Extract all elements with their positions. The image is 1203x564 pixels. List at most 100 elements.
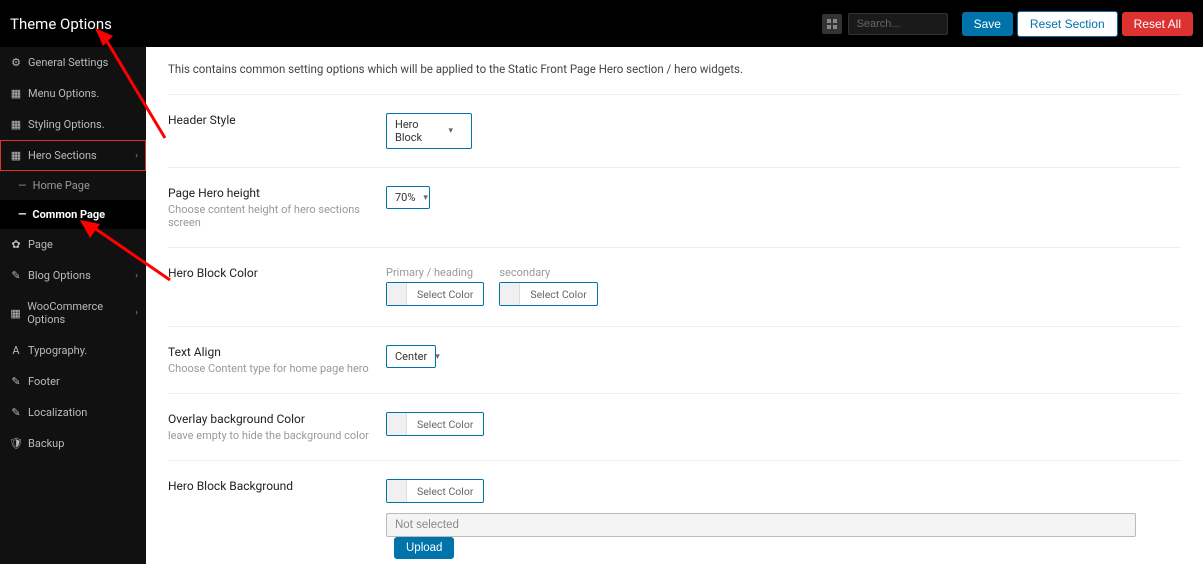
- select-value: 70%: [395, 191, 415, 204]
- field-desc: Choose content height of hero sections s…: [168, 203, 386, 229]
- blog-icon: ✎: [10, 269, 22, 282]
- sidebar-sub-common-page[interactable]: — Common Page: [0, 200, 146, 229]
- field-label-col: Page Hero height Choose content height o…: [168, 186, 386, 229]
- field-control-col: Hero Block ▾: [386, 113, 1181, 149]
- secondary-color-group: secondary Select Color: [499, 266, 597, 308]
- localization-icon: ✎: [10, 406, 22, 419]
- page-icon: ✿: [10, 238, 22, 251]
- topbar: Theme Options Save Reset Section Reset A…: [0, 0, 1203, 47]
- field-control-col: 70% ▾: [386, 186, 1181, 229]
- header-style-select[interactable]: Hero Block ▾: [386, 113, 472, 149]
- field-label: Page Hero height: [168, 186, 386, 200]
- sidebar-item-blog-options[interactable]: ✎ Blog Options ›: [0, 260, 146, 291]
- sidebar-item-menu-options[interactable]: ▦ Menu Options.: [0, 78, 146, 109]
- sidebar-item-label: Localization: [28, 406, 87, 419]
- field-hero-block-color: Hero Block Color Primary / heading Selec…: [168, 248, 1181, 327]
- sidebar-item-woocommerce-options[interactable]: ▦ WooCommerce Options ›: [0, 291, 146, 335]
- reset-all-button[interactable]: Reset All: [1122, 12, 1193, 36]
- dash-icon: —: [18, 208, 26, 221]
- select-value: Center: [395, 350, 427, 363]
- field-control-col: Center ▾: [386, 345, 1181, 375]
- sidebar-item-label: Hero Sections: [28, 149, 97, 162]
- color-group-label: secondary: [499, 266, 597, 279]
- field-control-col: Primary / heading Select Color secondary…: [386, 266, 1181, 308]
- options-grid-icon[interactable]: [822, 14, 842, 34]
- sidebar-item-page[interactable]: ✿ Page: [0, 229, 146, 260]
- color-swatch-icon: [387, 413, 407, 435]
- secondary-color-button[interactable]: Select Color: [499, 282, 597, 306]
- content-panel: This contains common setting options whi…: [146, 47, 1203, 564]
- color-group-label: Primary / heading: [386, 266, 484, 279]
- sidebar-item-label: Common Page: [32, 208, 105, 221]
- primary-color-button[interactable]: Select Color: [386, 282, 484, 306]
- chevron-right-icon: ›: [135, 271, 138, 281]
- page-hero-height-select[interactable]: 70% ▾: [386, 186, 430, 209]
- color-btn-label: Select Color: [407, 284, 483, 305]
- color-btn-label: Select Color: [407, 414, 483, 435]
- sidebar-sub-home-page[interactable]: — Home Page: [0, 171, 146, 200]
- sidebar-item-localization[interactable]: ✎ Localization: [0, 397, 146, 428]
- sidebar-item-label: Page: [28, 238, 53, 251]
- hero-icon: ▦: [10, 149, 22, 162]
- text-align-select[interactable]: Center ▾: [386, 345, 436, 368]
- color-btn-label: Select Color: [407, 481, 483, 502]
- field-control-col: Select Color Upload Background Position …: [386, 479, 1181, 564]
- bg-color-button[interactable]: Select Color: [386, 479, 484, 503]
- field-control-col: Select Color: [386, 412, 1181, 442]
- field-label: Overlay background Color: [168, 412, 386, 426]
- menu-icon: ▦: [10, 87, 22, 100]
- bg-image-row: Upload: [386, 513, 1181, 559]
- color-swatch-icon: [500, 283, 520, 305]
- chevron-right-icon: ›: [135, 308, 138, 318]
- chevron-down-icon: ▾: [448, 126, 453, 136]
- save-button[interactable]: Save: [962, 12, 1013, 36]
- woo-icon: ▦: [10, 307, 21, 320]
- field-label-col: Hero Block Color: [168, 266, 386, 308]
- sidebar-item-hero-sections[interactable]: ▦ Hero Sections ›: [0, 140, 146, 171]
- dash-icon: —: [18, 179, 27, 192]
- sidebar-item-label: Backup: [28, 437, 64, 450]
- overlay-color-button[interactable]: Select Color: [386, 412, 484, 436]
- bg-image-path-input[interactable]: [386, 513, 1136, 537]
- sidebar-item-general-settings[interactable]: ⚙ General Settings: [0, 47, 146, 78]
- bg-color-row: Select Color: [386, 479, 1181, 505]
- sidebar-item-footer[interactable]: ✎ Footer: [0, 366, 146, 397]
- sidebar: ⚙ General Settings ▦ Menu Options. ▦ Sty…: [0, 47, 146, 564]
- field-label: Text Align: [168, 345, 386, 359]
- footer-icon: ✎: [10, 375, 22, 388]
- sidebar-item-backup[interactable]: 🛡 Backup: [0, 428, 146, 459]
- sidebar-item-label: Typography.: [28, 344, 87, 357]
- chevron-right-icon: ›: [135, 151, 138, 161]
- page-title: Theme Options: [10, 15, 112, 33]
- color-swatch-icon: [387, 480, 407, 502]
- sidebar-item-typography[interactable]: A Typography.: [0, 335, 146, 366]
- upload-button[interactable]: Upload: [394, 537, 454, 559]
- field-label-col: Overlay background Color leave empty to …: [168, 412, 386, 442]
- field-label: Hero Block Background: [168, 479, 386, 493]
- field-text-align: Text Align Choose Content type for home …: [168, 327, 1181, 394]
- reset-section-button[interactable]: Reset Section: [1017, 11, 1118, 37]
- field-desc: leave empty to hide the background color: [168, 429, 386, 442]
- sidebar-item-label: WooCommerce Options: [27, 300, 136, 326]
- field-label-col: Hero Block Background: [168, 479, 386, 564]
- color-swatch-icon: [387, 283, 407, 305]
- color-btn-label: Select Color: [520, 284, 596, 305]
- field-page-hero-height: Page Hero height Choose content height o…: [168, 168, 1181, 248]
- field-label-col: Header Style: [168, 113, 386, 149]
- chevron-down-icon: ▾: [423, 193, 428, 203]
- sidebar-item-styling-options[interactable]: ▦ Styling Options.: [0, 109, 146, 140]
- field-desc: Choose Content type for home page hero: [168, 362, 386, 375]
- search-input[interactable]: [848, 13, 948, 35]
- field-label: Hero Block Color: [168, 266, 386, 280]
- sidebar-item-label: Menu Options.: [28, 87, 99, 100]
- primary-color-group: Primary / heading Select Color: [386, 266, 484, 308]
- gear-icon: ⚙: [10, 56, 22, 69]
- sidebar-item-label: Blog Options: [28, 269, 91, 282]
- sidebar-item-label: Styling Options.: [28, 118, 105, 131]
- sidebar-item-label: General Settings: [28, 56, 108, 69]
- field-label-col: Text Align Choose Content type for home …: [168, 345, 386, 375]
- sidebar-item-label: Footer: [28, 375, 60, 388]
- sidebar-item-label: Home Page: [33, 179, 90, 192]
- field-label: Header Style: [168, 113, 386, 127]
- typography-icon: A: [10, 344, 22, 357]
